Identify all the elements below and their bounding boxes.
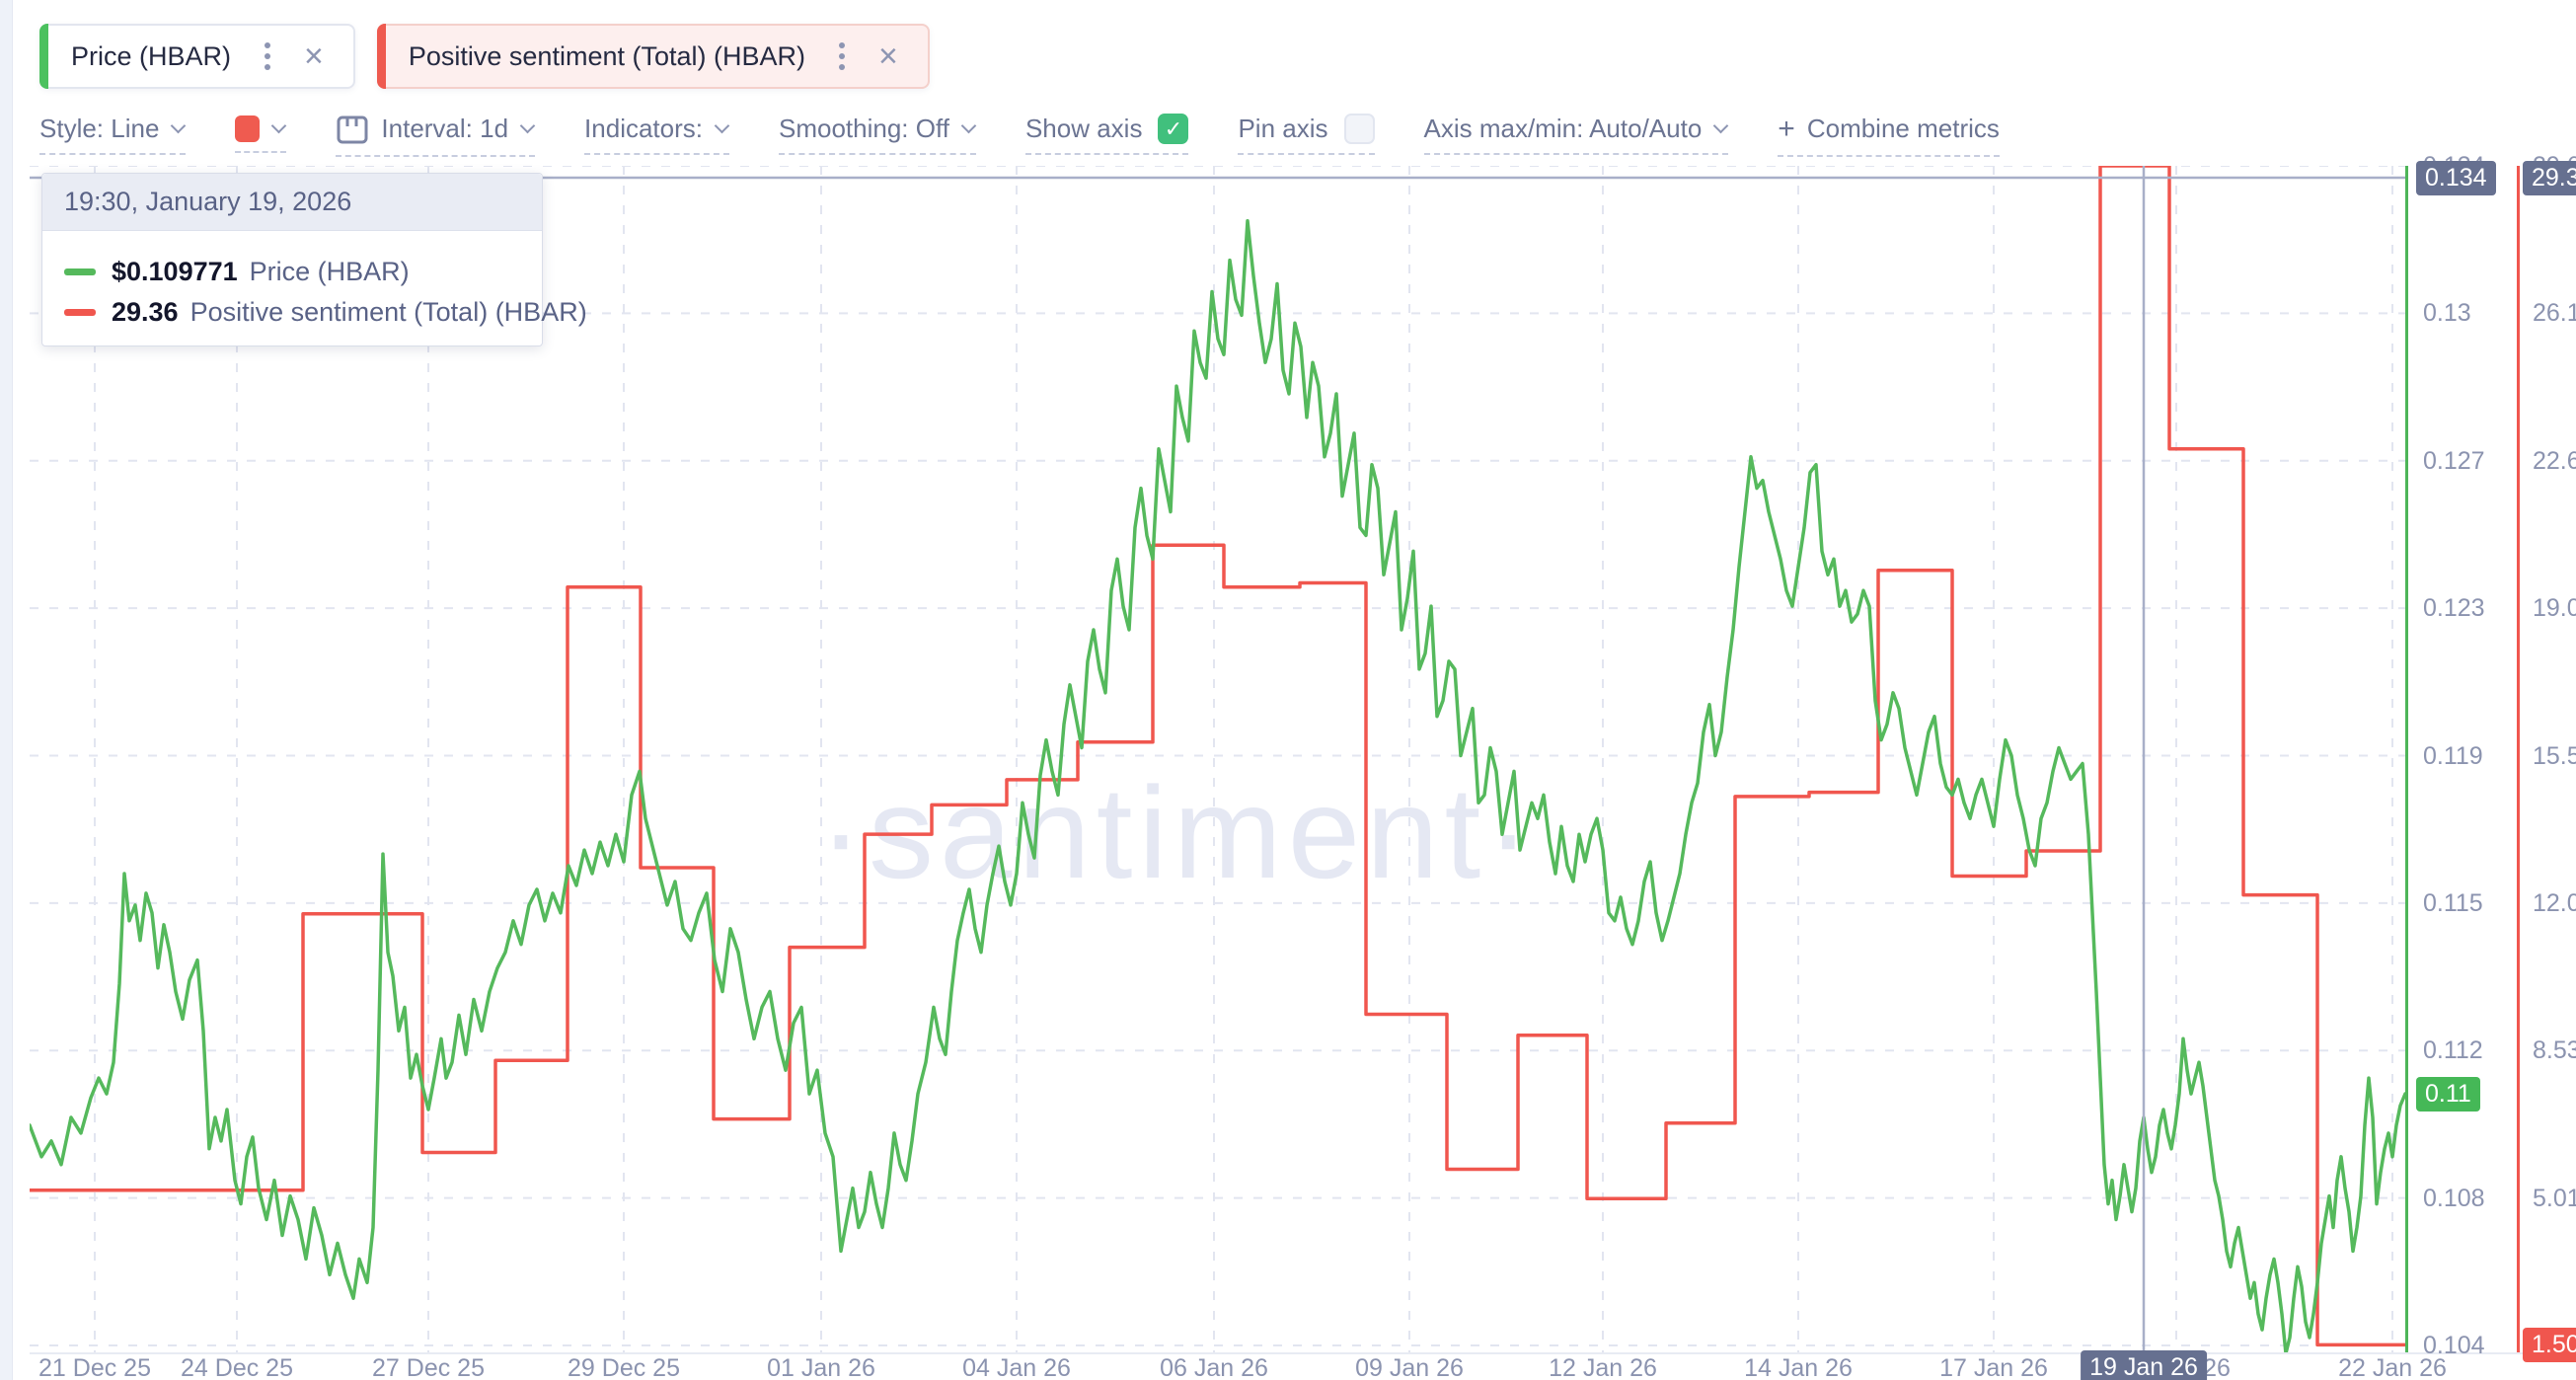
interval-dropdown-label: Interval: 1d	[381, 114, 508, 144]
smoothing-dropdown-label: Smoothing: Off	[779, 114, 949, 144]
axis-maxmin-label: Axis max/min: Auto/Auto	[1424, 114, 1703, 144]
show-axis-checkbox[interactable]: ✓	[1158, 114, 1188, 144]
date-tick-label: 24 Dec 25	[181, 1354, 293, 1380]
close-icon[interactable]: ×	[878, 39, 898, 73]
date-tick-label: 06 Jan 26	[1160, 1354, 1268, 1380]
combine-metrics-label: Combine metrics	[1807, 114, 2000, 144]
combine-metrics-button[interactable]: + Combine metrics	[1778, 113, 2000, 157]
date-tick-label: 04 Jan 26	[962, 1354, 1071, 1380]
date-tick-label: 21 Dec 25	[38, 1354, 151, 1380]
date-tick-label: 14 Jan 26	[1744, 1354, 1853, 1380]
pin-axis-checkbox[interactable]	[1344, 114, 1375, 144]
style-dropdown-label: Style: Line	[39, 114, 159, 144]
color-swatch[interactable]	[235, 115, 260, 142]
date-tick-label: 27 Dec 25	[372, 1354, 485, 1380]
sentiment-axis-tick-label: 5.013	[2533, 1185, 2576, 1213]
page-left-margin	[0, 0, 13, 1380]
show-axis-label: Show axis	[1025, 114, 1143, 144]
sentiment-axis-tick-label: 19.096	[2533, 594, 2576, 623]
tab-accent-bar	[39, 24, 48, 89]
tab-price-hbar[interactable]: Price (HBAR) ×	[39, 24, 355, 89]
sentiment-axis-tick-label: 8.533	[2533, 1036, 2576, 1065]
chart-toolbar: Style: Line Interval: 1d Indicators: Smo…	[39, 109, 2000, 160]
kebab-menu-icon[interactable]	[265, 53, 270, 59]
chevron-down-icon	[271, 118, 287, 134]
sentiment-axis-tick-label: 22.617	[2533, 447, 2576, 476]
date-tick-label: 09 Jan 26	[1355, 1354, 1464, 1380]
check-icon: ✓	[1165, 116, 1182, 142]
price-axis-line[interactable]	[2405, 166, 2408, 1352]
price-axis-tick-label: 0.13	[2423, 299, 2471, 328]
kebab-menu-icon[interactable]	[839, 53, 845, 59]
tab-positive-sentiment-hbar[interactable]: Positive sentiment (Total) (HBAR) ×	[377, 24, 930, 89]
price-axis-tick-label: 0.127	[2423, 447, 2485, 476]
current-sentiment-badge: 1.507	[2523, 1328, 2576, 1362]
date-tick-label: 22 Jan 26	[2338, 1354, 2447, 1380]
current-price-badge: 0.11	[2416, 1077, 2480, 1112]
tooltip-datetime: 19:30, January 19, 2026	[42, 174, 542, 231]
pin-axis-label: Pin axis	[1238, 114, 1327, 144]
tab-label: Positive sentiment (Total) (HBAR)	[409, 41, 805, 72]
tooltip-price-name: Price (HBAR)	[250, 257, 410, 287]
chart-tooltip: 19:30, January 19, 2026 $0.109771 Price …	[41, 173, 543, 346]
sentiment-series-swatch	[64, 309, 96, 316]
interval-icon	[336, 113, 369, 146]
sentiment-axis-tick-label: 15.575	[2533, 742, 2576, 771]
sentiment-axis-tick-label: 26.138	[2533, 299, 2576, 328]
plus-icon: +	[1778, 113, 1795, 146]
tooltip-price-value: $0.109771	[112, 257, 238, 287]
tab-accent-bar	[377, 24, 386, 89]
interval-dropdown[interactable]: Interval: 1d	[336, 113, 535, 157]
chevron-down-icon	[1713, 118, 1729, 134]
crosshair-date-badge: 19 Jan 26	[2081, 1350, 2207, 1380]
axis-maxmin-dropdown[interactable]: Axis max/min: Auto/Auto	[1424, 114, 1729, 155]
chevron-down-icon	[961, 118, 977, 134]
sentiment-axis-tick-label: 12.054	[2533, 889, 2576, 918]
close-icon[interactable]: ×	[304, 39, 324, 73]
price-axis-tick-label: 0.108	[2423, 1185, 2485, 1213]
santiment-chart-app: Price (HBAR) × Positive sentiment (Total…	[0, 0, 2576, 1380]
date-tick-label: 12 Jan 26	[1549, 1354, 1657, 1380]
date-tick-label: 17 Jan 26	[1939, 1354, 2048, 1380]
style-dropdown[interactable]: Style: Line	[39, 114, 186, 155]
color-swatch-dropdown[interactable]	[235, 115, 286, 153]
price-axis-tick-label: 0.119	[2423, 742, 2483, 771]
tooltip-row-price: $0.109771 Price (HBAR)	[64, 257, 520, 287]
crosshair-price-badge: 0.134	[2416, 161, 2496, 195]
chevron-down-icon	[715, 118, 730, 134]
indicators-dropdown[interactable]: Indicators:	[584, 114, 729, 155]
date-tick-label: 29 Dec 25	[568, 1354, 680, 1380]
price-series-swatch	[64, 268, 96, 275]
price-axis-tick-label: 0.112	[2423, 1036, 2483, 1065]
price-axis-tick-label: 0.115	[2423, 889, 2483, 918]
show-axis-toggle[interactable]: Show axis ✓	[1025, 114, 1189, 155]
tooltip-sentiment-name: Positive sentiment (Total) (HBAR)	[190, 297, 587, 328]
date-tick-label: 01 Jan 26	[767, 1354, 875, 1380]
tab-label: Price (HBAR)	[71, 41, 231, 72]
crosshair-sentiment-badge: 29.374	[2523, 161, 2576, 195]
tooltip-sentiment-value: 29.36	[112, 297, 179, 328]
metric-tabs: Price (HBAR) × Positive sentiment (Total…	[39, 24, 930, 89]
chevron-down-icon	[171, 118, 187, 134]
chevron-down-icon	[520, 118, 536, 134]
pin-axis-toggle[interactable]: Pin axis	[1238, 114, 1374, 155]
indicators-dropdown-label: Indicators:	[584, 114, 703, 144]
smoothing-dropdown[interactable]: Smoothing: Off	[779, 114, 976, 155]
tooltip-row-sentiment: 29.36 Positive sentiment (Total) (HBAR)	[64, 297, 520, 328]
sentiment-axis-line[interactable]	[2517, 166, 2520, 1352]
price-axis-tick-label: 0.123	[2423, 594, 2485, 623]
